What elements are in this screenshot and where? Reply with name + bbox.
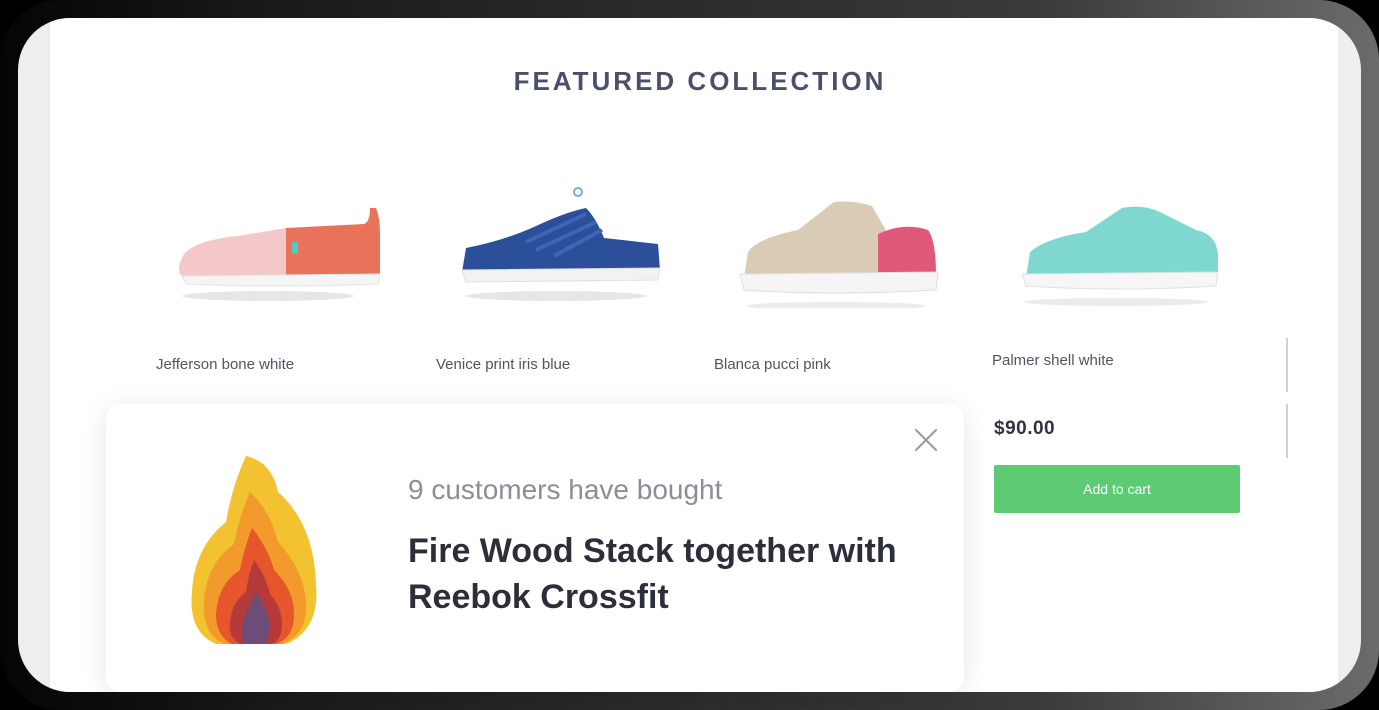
product-price: $90.00 [994,418,1056,439]
close-icon[interactable] [912,426,940,454]
popup-subtitle: 9 customers have bought [408,474,723,505]
product-name[interactable]: Jefferson bone white [156,356,294,373]
sandal-shoe-image[interactable] [436,178,676,308]
popup-message[interactable]: Fire Wood Stack together with Reebok Cro… [408,528,908,620]
add-to-cart-button[interactable]: Add to cart [994,465,1240,513]
product-name[interactable]: Venice print iris blue [436,356,570,373]
device-frame: FEATURED COLLECTION Jefferson bone white [0,0,1379,710]
slip-on-shoe-image[interactable] [156,178,396,308]
flame-stack-icon [191,456,317,644]
social-proof-popup[interactable]: 9 customers have bought Fire Wood Stack … [106,404,964,692]
product-name[interactable]: Palmer shell white [992,352,1114,369]
divider [1286,404,1288,458]
sneaker-shoe-image[interactable] [714,178,954,308]
section-title: FEATURED COLLECTION [513,66,887,96]
divider [1286,338,1288,392]
sneaker-shoe-image[interactable] [992,178,1232,308]
product-name[interactable]: Blanca pucci pink [714,356,831,373]
